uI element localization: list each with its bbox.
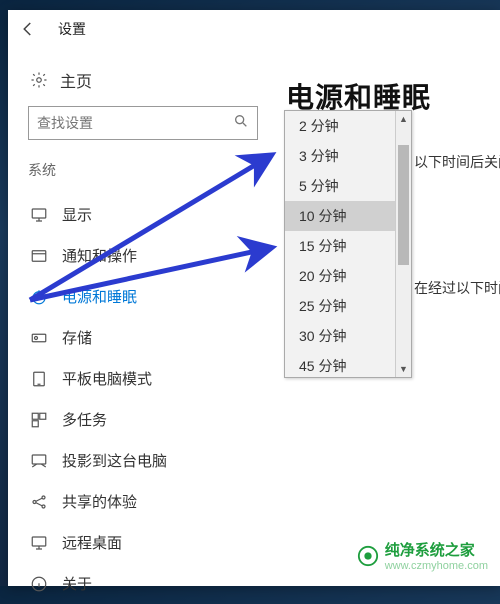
search-box[interactable] (28, 106, 258, 140)
window-title: 设置 (58, 19, 86, 39)
watermark-url: www.czmyhome.com (385, 560, 488, 572)
sidebar-item-remote[interactable]: 远程桌面 (28, 522, 258, 563)
sidebar-item-label: 显示 (62, 204, 92, 225)
scroll-down-arrow[interactable]: ▼ (396, 361, 411, 377)
dropdown-option[interactable]: 45 分钟 (285, 351, 395, 377)
logo-icon (357, 545, 379, 567)
sidebar-item-multitask[interactable]: 多任务 (28, 399, 258, 440)
sidebar-item-about[interactable]: 关于 (28, 563, 258, 604)
power-sleep-icon (30, 288, 48, 306)
time-dropdown[interactable]: 2 分钟3 分钟5 分钟10 分钟15 分钟20 分钟25 分钟30 分钟45 … (284, 110, 412, 378)
sidebar-item-label: 远程桌面 (62, 532, 122, 553)
label-sleep-after: 在经过以下时间后 (414, 278, 500, 298)
sidebar-item-label: 电源和睡眠 (62, 286, 137, 307)
sidebar-item-power-sleep[interactable]: 电源和睡眠 (28, 276, 258, 317)
dropdown-option[interactable]: 5 分钟 (285, 171, 395, 201)
dropdown-option[interactable]: 3 分钟 (285, 141, 395, 171)
notifications-icon (30, 247, 48, 265)
search-input[interactable] (37, 115, 233, 131)
dropdown-option[interactable]: 25 分钟 (285, 291, 395, 321)
sidebar-item-storage[interactable]: 存储 (28, 317, 258, 358)
storage-icon (30, 329, 48, 347)
multitask-icon (30, 411, 48, 429)
shared-icon (30, 493, 48, 511)
sidebar-item-label: 投影到这台电脑 (62, 450, 167, 471)
titlebar: 设置 (8, 10, 500, 48)
sidebar-item-label: 多任务 (62, 409, 107, 430)
settings-window: 设置 主页 系统 显示通知和操作电源和睡眠存储平板电脑模式多任务投影到这台电脑共… (8, 10, 500, 586)
sidebar-item-label: 共享的体验 (62, 491, 137, 512)
dropdown-option[interactable]: 30 分钟 (285, 321, 395, 351)
sidebar-item-label: 通知和操作 (62, 245, 137, 266)
dropdown-option[interactable]: 2 分钟 (285, 111, 395, 141)
about-icon (30, 575, 48, 593)
search-icon (233, 113, 249, 134)
gear-icon (30, 71, 48, 89)
sidebar-home-label: 主页 (60, 68, 92, 92)
label-turnoff-after: 以下时间后关闭 (414, 152, 500, 172)
display-icon (30, 206, 48, 224)
scroll-up-arrow[interactable]: ▲ (396, 111, 411, 127)
projecting-icon (30, 452, 48, 470)
remote-icon (30, 534, 48, 552)
dropdown-option[interactable]: 10 分钟 (285, 201, 395, 231)
watermark-name: 纯净系统之家 (385, 539, 488, 560)
sidebar-home[interactable]: 主页 (28, 60, 258, 106)
sidebar-item-shared[interactable]: 共享的体验 (28, 481, 258, 522)
sidebar-item-label: 关于 (62, 573, 92, 594)
content-area: 电源和睡眠 以下时间后关闭 在经过以下时间后 2 分钟3 分钟5 分钟10 分钟… (278, 48, 500, 586)
back-button[interactable] (8, 10, 48, 48)
sidebar-item-display[interactable]: 显示 (28, 194, 258, 235)
tablet-icon (30, 370, 48, 388)
watermark: 纯净系统之家 www.czmyhome.com (357, 539, 488, 572)
sidebar-item-projecting[interactable]: 投影到这台电脑 (28, 440, 258, 481)
scrollbar[interactable]: ▲ ▼ (395, 111, 411, 377)
sidebar-item-tablet[interactable]: 平板电脑模式 (28, 358, 258, 399)
scroll-thumb[interactable] (398, 145, 409, 265)
sidebar-item-notifications[interactable]: 通知和操作 (28, 235, 258, 276)
dropdown-option[interactable]: 20 分钟 (285, 261, 395, 291)
sidebar-item-label: 平板电脑模式 (62, 368, 152, 389)
sidebar-item-label: 存储 (62, 327, 92, 348)
sidebar: 主页 系统 显示通知和操作电源和睡眠存储平板电脑模式多任务投影到这台电脑共享的体… (8, 48, 278, 586)
section-label: 系统 (28, 160, 258, 180)
dropdown-option[interactable]: 15 分钟 (285, 231, 395, 261)
